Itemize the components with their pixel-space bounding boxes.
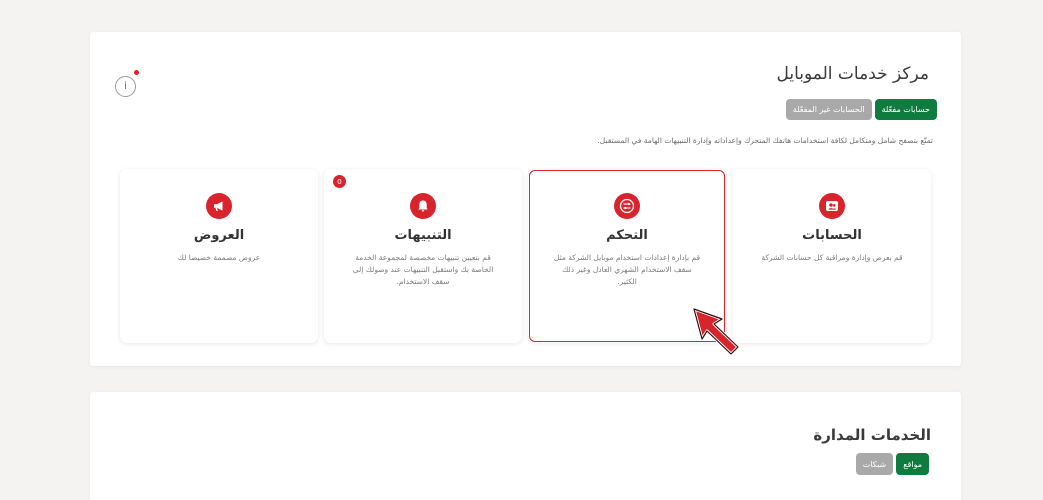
card-description: قم بعرض وإدارة ومراقبة كل حسابات الشركة bbox=[761, 253, 903, 262]
networks-button[interactable]: شبكات bbox=[855, 453, 894, 475]
sites-button[interactable]: مواقع bbox=[896, 453, 929, 475]
alerts-count-badge: 0 bbox=[333, 175, 346, 188]
inactive-accounts-button[interactable]: الحسابات غير المفعّلة bbox=[785, 99, 872, 120]
accounts-icon bbox=[819, 193, 845, 219]
info-button[interactable]: i bbox=[115, 76, 136, 97]
account-filter-toggle: حسابات مفعّلة الحسابات غير المفعّلة bbox=[785, 99, 937, 120]
card-title: التحكم bbox=[606, 228, 648, 243]
card-title: التنبيهات bbox=[394, 228, 452, 243]
card-accounts[interactable]: الحسابات قم بعرض وإدارة ومراقبة كل حسابا… bbox=[733, 169, 931, 343]
mobile-services-panel: مركز خدمات الموبايل i حسابات مفعّلة الحس… bbox=[90, 32, 961, 366]
card-description: قم بإدارة إعدادات استخدام موبايل الشركة … bbox=[553, 253, 701, 286]
notification-dot bbox=[134, 70, 139, 75]
mouse-pointer-icon bbox=[692, 307, 740, 356]
service-cards: الحسابات قم بعرض وإدارة ومراقبة كل حسابا… bbox=[120, 169, 931, 343]
card-description: عروض مصممة خصيصا لك bbox=[177, 253, 261, 262]
section-title: الخدمات المدارة bbox=[813, 426, 931, 444]
megaphone-icon bbox=[206, 193, 232, 219]
active-accounts-button[interactable]: حسابات مفعّلة bbox=[874, 99, 937, 120]
card-title: العروض bbox=[193, 228, 245, 243]
card-title: الحسابات bbox=[802, 228, 862, 243]
bell-icon bbox=[410, 193, 436, 219]
card-description: قم بتعيين تنبيهات مخصصة لمجموعة الخدمة ا… bbox=[352, 253, 494, 286]
managed-services-toggle: مواقع شبكات bbox=[855, 453, 929, 475]
page-title: مركز خدمات الموبايل bbox=[776, 64, 929, 84]
card-offers[interactable]: العروض عروض مصممة خصيصا لك bbox=[120, 169, 318, 343]
section-description: تمتّع بتصفح شامل ومتكامل لكافة استخدامات… bbox=[597, 136, 933, 145]
info-icon: i bbox=[124, 81, 127, 92]
card-alerts[interactable]: 0 التنبيهات قم بتعيين تنبيهات مخصصة لمجم… bbox=[324, 169, 522, 343]
control-sliders-icon bbox=[614, 193, 640, 219]
managed-services-panel: الخدمات المدارة مواقع شبكات bbox=[90, 392, 961, 500]
